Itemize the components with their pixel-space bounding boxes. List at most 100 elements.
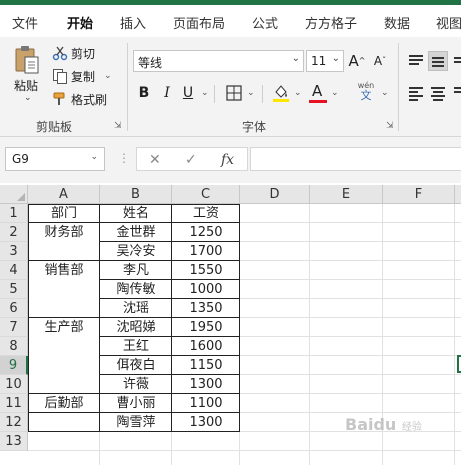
- cell-a1[interactable]: 部门: [28, 204, 100, 223]
- align-top-button[interactable]: [406, 51, 426, 71]
- table-border-horizontal: [28, 260, 240, 261]
- font-name-select[interactable]: 等线 ⌄: [133, 50, 304, 72]
- align-bottom-button[interactable]: [451, 51, 461, 71]
- grow-font-button[interactable]: A^: [347, 50, 367, 72]
- align-left-button[interactable]: [406, 83, 426, 103]
- cell-a2[interactable]: 财务部: [28, 223, 100, 242]
- cell-c10[interactable]: 1300: [172, 375, 240, 394]
- select-all-button[interactable]: [0, 185, 28, 204]
- cell-b2[interactable]: 金世群: [100, 223, 172, 242]
- cell-c3[interactable]: 1700: [172, 242, 240, 261]
- insert-function-icon[interactable]: fx: [221, 152, 234, 168]
- dialog-launcher-icon[interactable]: ⇲: [114, 121, 122, 131]
- column-header-a[interactable]: A: [28, 185, 100, 204]
- row-header-9[interactable]: 9: [0, 356, 28, 375]
- cell-b9[interactable]: 佴夜白: [100, 356, 172, 375]
- cell-b5[interactable]: 陶传敏: [100, 280, 172, 299]
- row-header-4[interactable]: 4: [0, 261, 28, 280]
- cell-c5[interactable]: 1000: [172, 280, 240, 299]
- row-header-10[interactable]: 10: [0, 375, 28, 394]
- cell-c6[interactable]: 1350: [172, 299, 240, 318]
- cell-a11[interactable]: 后勤部: [28, 394, 100, 413]
- tab-fangfang[interactable]: 方方格子: [305, 13, 357, 32]
- column-header-partial[interactable]: [455, 185, 461, 204]
- merged-cell-mask: [29, 355, 99, 356]
- dialog-launcher-icon[interactable]: ⇲: [386, 121, 394, 131]
- name-box[interactable]: G9 ⌄: [5, 147, 105, 171]
- divider: [262, 85, 263, 103]
- borders-icon[interactable]: [226, 85, 242, 101]
- phonetic-button[interactable]: wén 文: [355, 81, 377, 105]
- row-header-11[interactable]: 11: [0, 394, 28, 413]
- tab-file[interactable]: 文件: [12, 13, 38, 32]
- chevron-down-icon: ⌄: [24, 93, 32, 103]
- cell-a4[interactable]: 销售部: [28, 261, 100, 280]
- tab-data[interactable]: 数据: [384, 13, 410, 32]
- row-header-3[interactable]: 3: [0, 242, 28, 261]
- cut-label: 剪切: [71, 46, 96, 61]
- row-header-5[interactable]: 5: [0, 280, 28, 299]
- tab-view[interactable]: 视图: [436, 13, 461, 32]
- gridline-horizontal: [28, 450, 461, 451]
- font-color-button[interactable]: A: [309, 82, 327, 104]
- shrink-font-label: A: [373, 54, 383, 68]
- align-middle-button[interactable]: [428, 51, 448, 71]
- row-header-2[interactable]: 2: [0, 223, 28, 242]
- column-header-f[interactable]: F: [383, 185, 455, 204]
- fill-color-icon[interactable]: [272, 83, 290, 103]
- cell-c4[interactable]: 1550: [172, 261, 240, 280]
- italic-button[interactable]: I: [159, 82, 175, 104]
- row-header-12[interactable]: 12: [0, 413, 28, 432]
- cell-c8[interactable]: 1600: [172, 337, 240, 356]
- tab-home[interactable]: 开始: [67, 13, 93, 32]
- cancel-icon[interactable]: ✕: [149, 152, 161, 168]
- cell-c7[interactable]: 1950: [172, 318, 240, 337]
- cell-b1[interactable]: 姓名: [100, 204, 172, 223]
- column-header-c[interactable]: C: [172, 185, 240, 204]
- row-header-8[interactable]: 8: [0, 337, 28, 356]
- formula-bar: G9 ⌄ ⋮ ✕ ✓ fx: [0, 137, 461, 183]
- cell-b11[interactable]: 曹小丽: [100, 394, 172, 413]
- resize-handle-icon[interactable]: ⋮: [118, 151, 130, 165]
- check-icon[interactable]: ✓: [185, 152, 197, 168]
- column-header-d[interactable]: D: [240, 185, 310, 204]
- tab-insert[interactable]: 插入: [120, 13, 146, 32]
- row-header-13[interactable]: 13: [0, 432, 28, 451]
- copy-button[interactable]: 复制 ⌄: [52, 66, 112, 86]
- format-painter-button[interactable]: 格式刷: [52, 89, 107, 109]
- shrink-font-button[interactable]: Aˇ: [370, 50, 390, 72]
- cell-c12[interactable]: 1300: [172, 413, 240, 432]
- row-header-6[interactable]: 6: [0, 299, 28, 318]
- tab-formulas[interactable]: 公式: [252, 13, 278, 32]
- cut-button[interactable]: 剪切: [52, 43, 95, 63]
- chevron-down-icon: ⌄: [247, 88, 255, 98]
- cell-c1[interactable]: 工资: [172, 204, 240, 223]
- column-header-b[interactable]: B: [100, 185, 172, 204]
- selected-cell-g9[interactable]: [457, 355, 461, 373]
- table-border-horizontal: [28, 393, 240, 394]
- row-header-1[interactable]: 1: [0, 204, 28, 223]
- cell-b12[interactable]: 陶雪萍: [100, 413, 172, 432]
- cell-b3[interactable]: 吴冷安: [100, 242, 172, 261]
- cell-b10[interactable]: 许薇: [100, 375, 172, 394]
- cell-b6[interactable]: 沈瑶: [100, 299, 172, 318]
- cell-c11[interactable]: 1100: [172, 394, 240, 413]
- font-size-select[interactable]: 11 ⌄: [306, 50, 344, 72]
- phonetic-bottom: 文: [360, 89, 372, 102]
- align-center-button[interactable]: [428, 83, 448, 103]
- underline-button[interactable]: U: [180, 82, 196, 104]
- bold-button[interactable]: B: [136, 82, 152, 104]
- cell-a7[interactable]: 生产部: [28, 318, 100, 337]
- cell-b4[interactable]: 李凡: [100, 261, 172, 280]
- cell-b8[interactable]: 王红: [100, 337, 172, 356]
- ribbon-tabs: 文件 开始 插入 页面布局 公式 方方格子 数据 视图: [0, 5, 461, 40]
- align-right-button[interactable]: [451, 83, 461, 103]
- cell-c2[interactable]: 1250: [172, 223, 240, 242]
- row-header-7[interactable]: 7: [0, 318, 28, 337]
- column-header-e[interactable]: E: [310, 185, 383, 204]
- formula-input[interactable]: [250, 147, 461, 171]
- cell-c9[interactable]: 1150: [172, 356, 240, 375]
- cell-b7[interactable]: 沈昭娣: [100, 318, 172, 337]
- ribbon-home: 粘贴 ⌄ 剪切 复制 ⌄ 格式刷 剪贴板 ⇲ 等线 ⌄ 11 ⌄ A^ Aˇ B…: [0, 37, 461, 137]
- tab-page-layout[interactable]: 页面布局: [173, 13, 225, 32]
